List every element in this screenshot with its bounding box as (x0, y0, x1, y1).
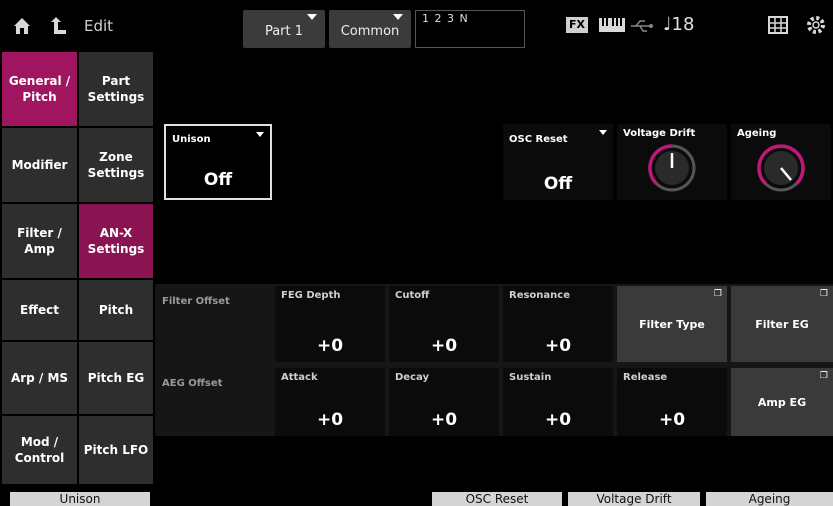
nav-filter-amp[interactable]: Filter / Amp (2, 204, 77, 278)
tempo-value: ♩18 (663, 14, 695, 35)
nav-modifier[interactable]: Modifier (2, 128, 77, 202)
release-value: +0 (658, 410, 686, 430)
nav-pitch-lfo[interactable]: Pitch LFO (79, 416, 153, 484)
feg-depth-param[interactable]: FEG Depth +0 (275, 286, 385, 362)
top-bar: Edit Part 1 Common 1 2 3 N FX ♩18 (0, 0, 833, 52)
filter-eg-label: Filter EG (755, 317, 809, 331)
gear-icon[interactable] (805, 14, 827, 40)
resonance-label: Resonance (509, 290, 571, 301)
filter-eg-button[interactable]: ❐ Filter EG (731, 286, 833, 362)
unison-label: Unison (172, 134, 211, 145)
keyboard-icon (598, 16, 626, 38)
amp-eg-button[interactable]: ❐ Amp EG (731, 368, 833, 436)
decay-param[interactable]: Decay +0 (389, 368, 499, 436)
release-label: Release (623, 372, 668, 383)
tempo-display[interactable]: ♩18 (663, 14, 694, 35)
attack-value: +0 (316, 410, 344, 430)
filter-offset-label: Filter Offset (162, 296, 230, 307)
nav-pitch-eg[interactable]: Pitch EG (79, 342, 153, 414)
ageing-knob[interactable] (753, 138, 809, 194)
unison-dropdown[interactable]: Unison Off (164, 124, 272, 200)
decay-label: Decay (395, 372, 429, 383)
fx-icon[interactable]: FX (566, 17, 588, 33)
performance-number: 1 2 3 N (422, 12, 469, 25)
cutoff-label: Cutoff (395, 290, 430, 301)
osc-reset-dropdown[interactable]: OSC Reset Off (503, 124, 613, 200)
voltage-drift-knob-panel[interactable]: Voltage Drift (617, 124, 727, 200)
bottom-voltage-drift-button[interactable]: Voltage Drift (568, 492, 700, 506)
home-icon[interactable] (12, 16, 32, 39)
grid-icon[interactable] (768, 16, 788, 38)
filter-type-button[interactable]: ❐ Filter Type (617, 286, 727, 362)
bottom-unison-button[interactable]: Unison (10, 492, 150, 506)
common-button[interactable]: Common (329, 10, 411, 48)
part-select-button[interactable]: Part 1 (243, 10, 325, 48)
bottom-ageing-button[interactable]: Ageing (706, 492, 833, 506)
link-icon: ❐ (819, 371, 828, 381)
nav-part-settings[interactable]: Part Settings (79, 52, 153, 126)
link-icon: ❐ (713, 289, 722, 299)
sustain-value: +0 (544, 410, 572, 430)
resonance-param[interactable]: Resonance +0 (503, 286, 613, 362)
nav-zone-settings[interactable]: Zone Settings (79, 128, 153, 202)
link-icon: ❐ (819, 289, 828, 299)
decay-value: +0 (430, 410, 458, 430)
edit-label: Edit (84, 17, 114, 35)
sustain-param[interactable]: Sustain +0 (503, 368, 613, 436)
feg-depth-label: FEG Depth (281, 290, 341, 301)
osc-reset-label: OSC Reset (509, 134, 568, 145)
resonance-value: +0 (544, 336, 572, 356)
osc-reset-value: Off (543, 174, 573, 194)
nav-general-pitch[interactable]: General / Pitch (2, 52, 77, 126)
bottom-osc-reset-button[interactable]: OSC Reset (432, 492, 562, 506)
ageing-knob-panel[interactable]: Ageing (731, 124, 831, 200)
chevron-down-icon (307, 14, 317, 20)
nav-arp-ms[interactable]: Arp / MS (2, 342, 77, 414)
attack-label: Attack (281, 372, 318, 383)
nav-anx-settings[interactable]: AN-X Settings (79, 204, 153, 278)
back-icon[interactable] (50, 16, 68, 39)
performance-number-box[interactable]: 1 2 3 N (415, 10, 525, 48)
attack-param[interactable]: Attack +0 (275, 368, 385, 436)
chevron-down-icon (599, 130, 607, 135)
sustain-label: Sustain (509, 372, 552, 383)
part-label: Part 1 (264, 24, 304, 39)
nav-pitch[interactable]: Pitch (79, 280, 153, 340)
unison-value: Off (203, 170, 233, 190)
amp-eg-label: Amp EG (757, 395, 807, 409)
filter-type-label: Filter Type (639, 317, 705, 331)
nav-effect[interactable]: Effect (2, 280, 77, 340)
release-param[interactable]: Release +0 (617, 368, 727, 436)
cutoff-value: +0 (430, 336, 458, 356)
nav-mod-control[interactable]: Mod / Control (2, 416, 77, 484)
feg-depth-value: +0 (316, 336, 344, 356)
cutoff-param[interactable]: Cutoff +0 (389, 286, 499, 362)
voltage-drift-knob[interactable] (644, 138, 700, 194)
common-label: Common (340, 24, 400, 39)
usb-icon (630, 18, 654, 37)
chevron-down-icon (393, 14, 403, 20)
chevron-down-icon (256, 132, 264, 137)
aeg-offset-label: AEG Offset (162, 378, 223, 389)
